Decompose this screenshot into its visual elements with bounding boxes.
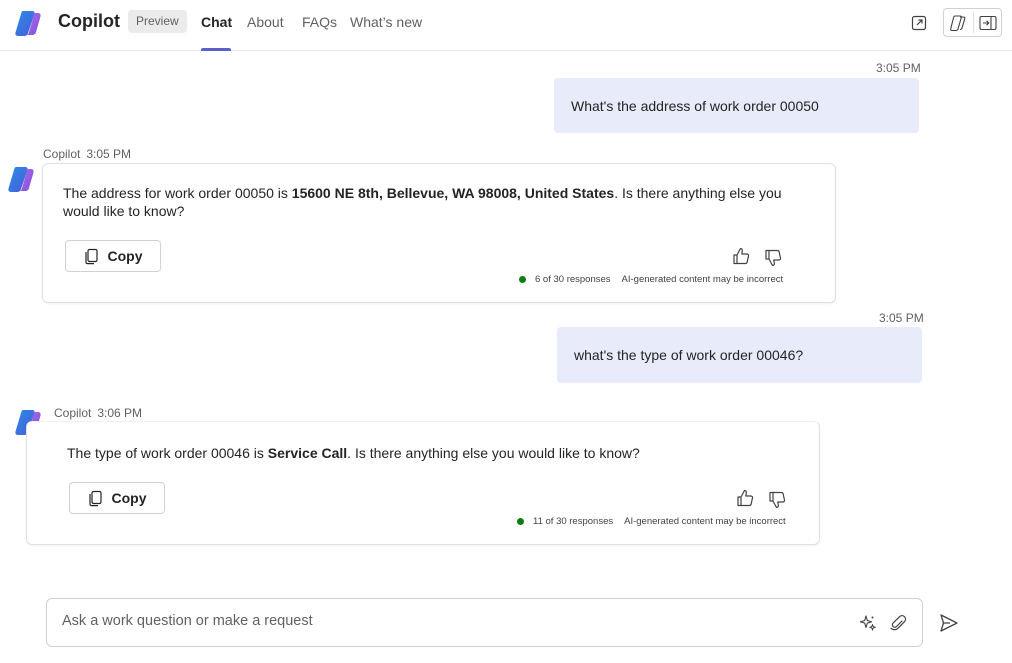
copilot-logo-icon xyxy=(15,11,41,36)
tab-faqs[interactable]: FAQs xyxy=(302,14,337,30)
response-count: 6 of 30 responses xyxy=(535,274,611,285)
bot-message-card: The address for work order 00050 is 1560… xyxy=(42,163,836,303)
ai-disclaimer: AI-generated content may be incorrect xyxy=(624,516,786,527)
sidebar-panel-button[interactable] xyxy=(974,10,1002,36)
sidebar-panel-icon xyxy=(979,15,997,31)
preview-badge: Preview xyxy=(128,10,187,33)
bot-text-bold: 15600 NE 8th, Bellevue, WA 98008, United… xyxy=(291,185,615,201)
thumbs-down-icon[interactable] xyxy=(767,490,787,510)
message-composer xyxy=(46,598,923,647)
response-status: 11 of 30 responses AI-generated content … xyxy=(517,516,786,527)
response-status: 6 of 30 responses AI-generated content m… xyxy=(519,274,783,285)
app-title: Copilot xyxy=(58,11,120,31)
copilot-avatar-icon xyxy=(8,167,34,192)
copy-label: Copy xyxy=(107,248,143,264)
bot-message-meta: Copilot 3:05 PM xyxy=(43,147,131,161)
bot-text-part: . Is there anything else you would like … xyxy=(347,445,640,461)
message-timestamp: 3:06 PM xyxy=(97,406,143,420)
header-toggle-group xyxy=(943,8,1002,37)
pop-out-button[interactable] xyxy=(905,10,933,36)
active-tab-indicator xyxy=(201,48,231,51)
ai-disclaimer: AI-generated content may be incorrect xyxy=(621,274,784,285)
thumbs-down-icon[interactable] xyxy=(763,248,783,268)
user-message: what's the type of work order 00046? xyxy=(557,327,922,383)
message-timestamp: 3:05 PM xyxy=(876,61,921,75)
bot-sender-name: Copilot xyxy=(54,406,92,420)
copy-button[interactable]: Copy xyxy=(69,482,165,514)
user-message: What's the address of work order 00050 xyxy=(554,78,919,133)
copy-label: Copy xyxy=(111,490,147,506)
message-timestamp: 3:05 PM xyxy=(86,147,132,161)
copilot-toggle-button[interactable] xyxy=(944,10,972,36)
user-message-text: what's the type of work order 00046? xyxy=(574,347,804,363)
bot-message-card: The type of work order 00046 is Service … xyxy=(26,421,820,545)
status-dot xyxy=(517,518,524,525)
bot-message-text: The address for work order 00050 is 1560… xyxy=(63,184,803,220)
tab-whats-new[interactable]: What’s new xyxy=(350,14,422,30)
bot-text-bold: Service Call xyxy=(267,445,348,461)
user-message-text: What's the address of work order 00050 xyxy=(571,97,819,114)
bot-message-text: The type of work order 00046 is Service … xyxy=(67,444,807,462)
thumbs-up-icon[interactable] xyxy=(731,246,751,266)
send-icon[interactable] xyxy=(938,612,960,634)
message-timestamp: 3:05 PM xyxy=(879,311,924,325)
tab-about[interactable]: About xyxy=(247,14,284,30)
bot-text-part: The type of work order 00046 is xyxy=(67,445,268,461)
copilot-toggle-icon xyxy=(950,15,966,32)
copy-icon xyxy=(88,490,102,506)
status-dot xyxy=(519,276,526,283)
response-count: 11 of 30 responses xyxy=(533,516,614,527)
tab-chat[interactable]: Chat xyxy=(201,14,232,30)
copy-icon xyxy=(84,248,98,264)
bot-sender-name: Copilot xyxy=(43,147,81,161)
bot-text-part: The address for work order 00050 is xyxy=(63,185,292,201)
pop-out-icon xyxy=(911,15,927,31)
copy-button[interactable]: Copy xyxy=(65,240,161,272)
app-header: Copilot Preview Chat About FAQs What’s n… xyxy=(0,0,1012,51)
sparkle-prompts-icon[interactable] xyxy=(858,613,878,633)
bot-message-meta: Copilot 3:06 PM xyxy=(54,406,142,420)
message-input[interactable] xyxy=(62,613,822,629)
attach-icon[interactable] xyxy=(888,613,908,633)
thumbs-up-icon[interactable] xyxy=(735,488,755,508)
